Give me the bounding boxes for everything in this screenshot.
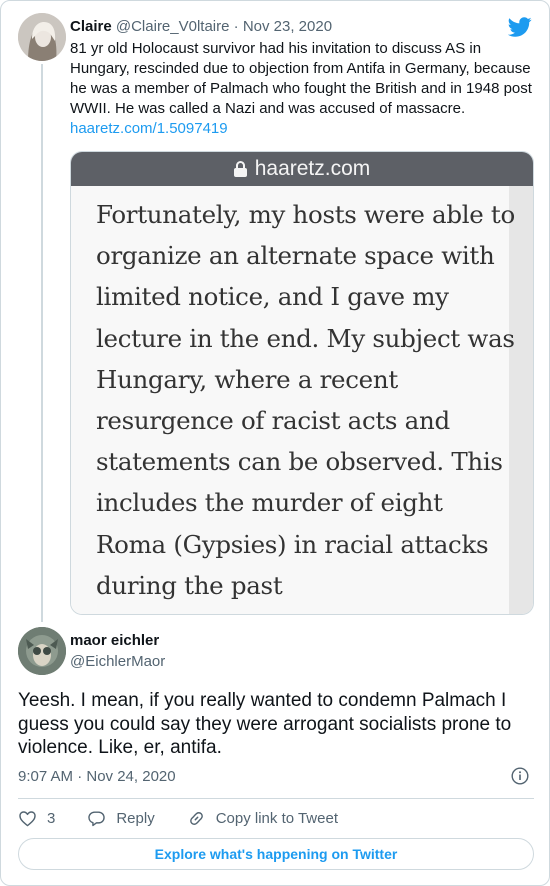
parent-tweet-header: Claire @Claire_V0ltaire · Nov 23, 2020 bbox=[70, 18, 332, 35]
main-tweet-text: Yeesh. I mean, if you really wanted to c… bbox=[18, 690, 512, 758]
tweet-embed-card: Claire @Claire_V0ltaire · Nov 23, 2020 8… bbox=[0, 0, 550, 886]
user-avatar-icon bbox=[18, 13, 66, 61]
reply-button[interactable]: Reply bbox=[87, 809, 155, 828]
reply-label: Reply bbox=[116, 809, 155, 827]
tweet-media-image[interactable]: haaretz.com Fortunately, my hosts were a… bbox=[70, 151, 534, 615]
parent-author-name[interactable]: Claire bbox=[70, 18, 112, 35]
copy-link-label: Copy link to Tweet bbox=[215, 809, 338, 827]
media-site-url: haaretz.com bbox=[254, 157, 371, 180]
copy-link-button[interactable]: Copy link to Tweet bbox=[187, 809, 338, 828]
like-count: 3 bbox=[47, 809, 56, 827]
explore-twitter-button[interactable]: Explore what's happening on Twitter bbox=[18, 838, 534, 870]
article-excerpt: Fortunately, my hosts were able to organ… bbox=[96, 200, 515, 600]
tweet-actions: 3 Reply Copy link to Tweet bbox=[18, 807, 370, 829]
main-avatar[interactable] bbox=[18, 627, 66, 675]
info-icon[interactable] bbox=[511, 767, 529, 785]
reply-icon bbox=[88, 810, 106, 826]
thread-connector-line bbox=[41, 64, 43, 622]
parent-tweet-text: 81 yr old Holocaust survivor had his inv… bbox=[70, 40, 532, 117]
twitter-bird-icon[interactable] bbox=[508, 15, 532, 39]
parent-tweet-link[interactable]: haaretz.com/1.5097419 bbox=[70, 120, 228, 137]
tweet-timestamp[interactable]: 9:07 AM · Nov 24, 2020 bbox=[18, 768, 176, 785]
main-author-handle[interactable]: @EichlerMaor bbox=[70, 653, 165, 670]
parent-author-handle[interactable]: @Claire_V0ltaire bbox=[116, 18, 230, 35]
parent-avatar[interactable] bbox=[18, 13, 66, 61]
heart-icon bbox=[19, 810, 36, 826]
like-button[interactable]: 3 bbox=[18, 809, 55, 828]
main-author-name[interactable]: maor eichler bbox=[70, 632, 159, 649]
parent-tweet-date[interactable]: · Nov 23, 2020 bbox=[234, 18, 332, 35]
user-avatar-icon bbox=[18, 627, 66, 675]
divider bbox=[18, 798, 534, 799]
browser-url-bar: haaretz.com bbox=[71, 152, 533, 186]
link-icon bbox=[189, 811, 203, 825]
lock-icon bbox=[233, 161, 247, 177]
